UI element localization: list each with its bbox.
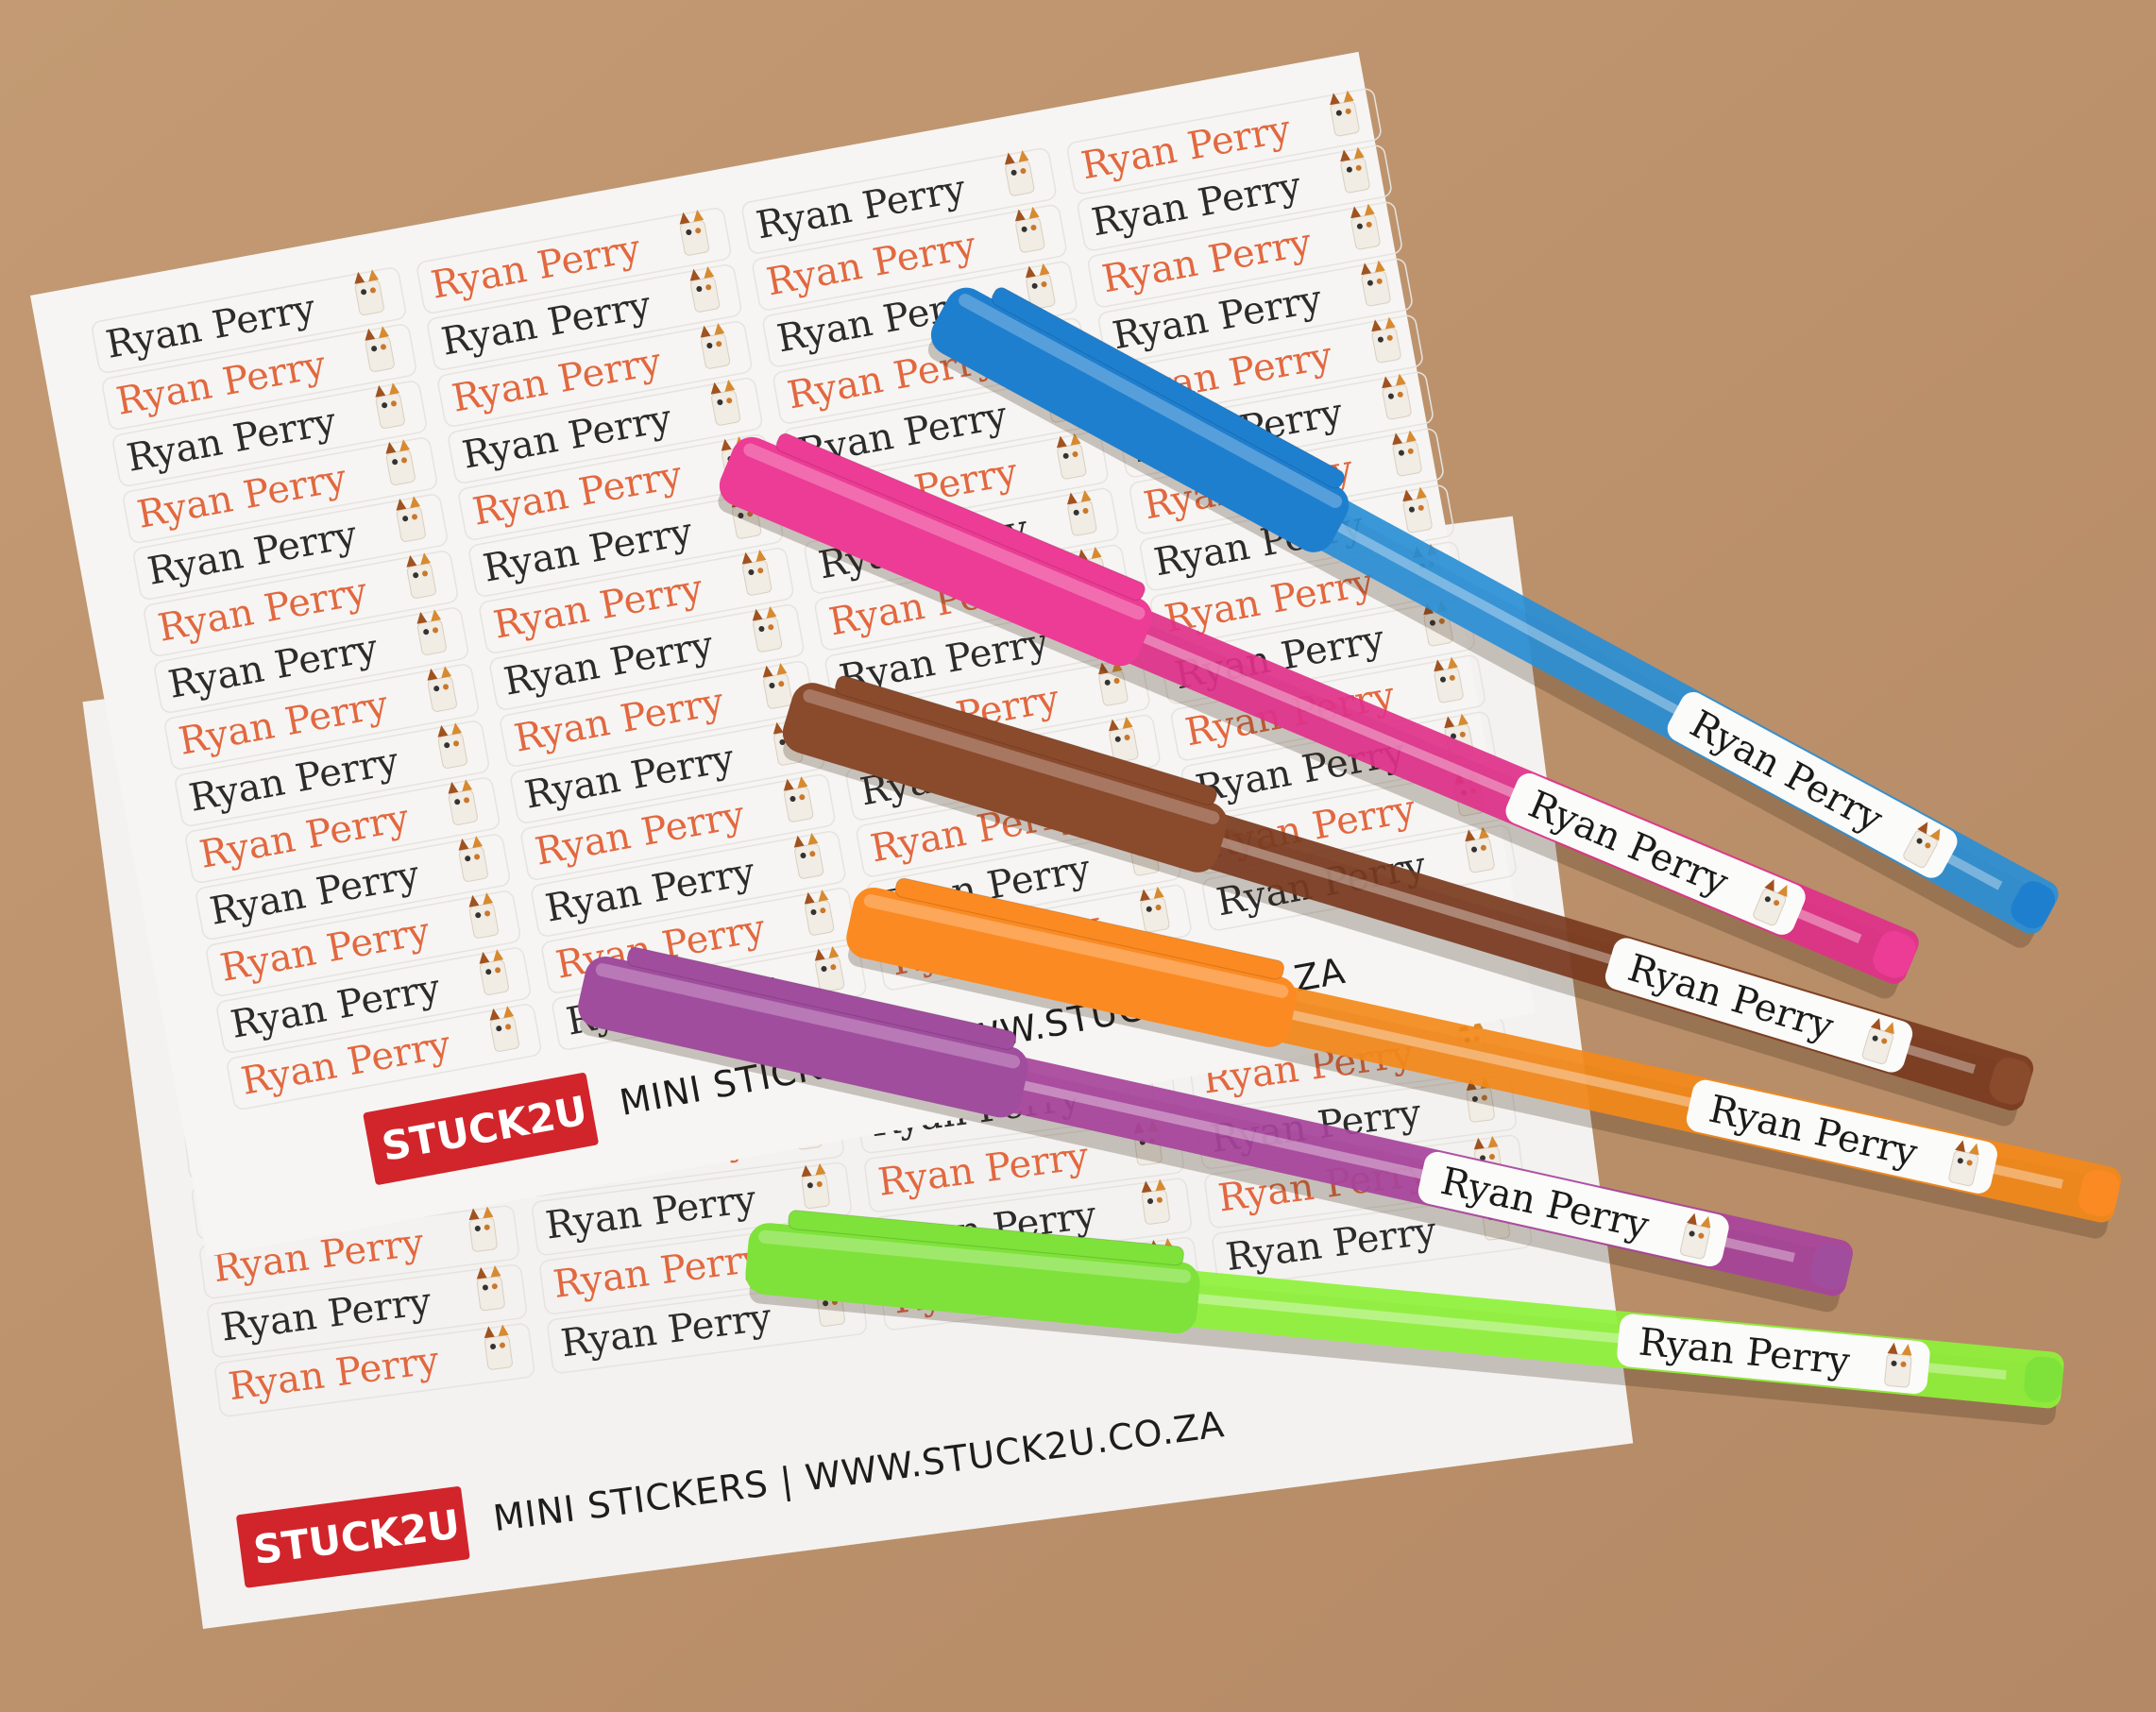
photo-scene: Ryan PerryRyan PerryRyan PerryRyan Perry… — [0, 0, 2156, 1712]
pen-end-plug — [2024, 1356, 2063, 1403]
